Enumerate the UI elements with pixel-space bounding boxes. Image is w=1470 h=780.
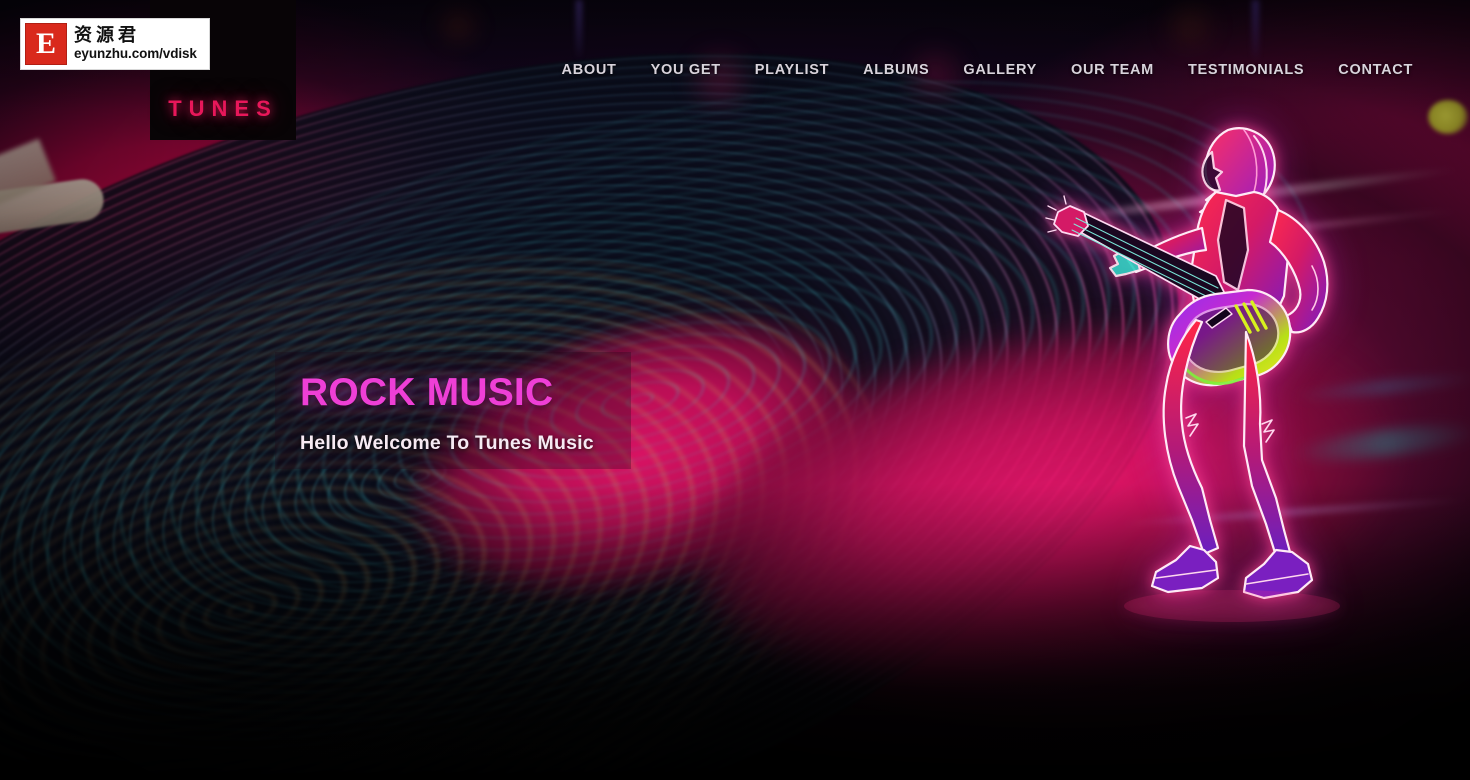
nav-item-playlist[interactable]: PLAYLIST xyxy=(738,56,846,84)
hero-content: ROCK MUSIC Hello Welcome To Tunes Music xyxy=(300,371,594,455)
hero-title: ROCK MUSIC xyxy=(300,371,554,414)
nav-item-contact[interactable]: CONTACT xyxy=(1321,56,1430,84)
neon-guitarist-icon xyxy=(1040,100,1370,640)
nav-item-you-get[interactable]: YOU GET xyxy=(634,56,738,84)
hero-subtitle: Hello Welcome To Tunes Music xyxy=(300,432,594,455)
main-navigation: ABOUT YOU GET PLAYLIST ALBUMS GALLERY OU… xyxy=(545,56,1430,84)
watermark-chinese-text: 资源君 xyxy=(74,24,140,46)
nav-item-albums[interactable]: ALBUMS xyxy=(846,56,946,84)
watermark-url-text: eyunzhu.com/vdisk xyxy=(74,45,197,61)
brand-logo-text: TUNES xyxy=(168,96,278,121)
watermark-logo-icon: E xyxy=(25,23,67,65)
watermark-badge-letter: E xyxy=(35,27,56,60)
watermark-overlay: E 资源君 eyunzhu.com/vdisk xyxy=(20,18,210,70)
nav-item-our-team[interactable]: OUR TEAM xyxy=(1054,56,1171,84)
site-header: TUNES ABOUT YOU GET PLAYLIST ALBUMS GALL… xyxy=(0,0,1470,140)
nav-item-gallery[interactable]: GALLERY xyxy=(946,56,1054,84)
page-root: TUNES ABOUT YOU GET PLAYLIST ALBUMS GALL… xyxy=(0,0,1470,780)
nav-item-testimonials[interactable]: TESTIMONIALS xyxy=(1171,56,1321,84)
nav-item-about[interactable]: ABOUT xyxy=(545,56,634,84)
watermark-text-group: 资源君 eyunzhu.com/vdisk xyxy=(74,24,197,61)
